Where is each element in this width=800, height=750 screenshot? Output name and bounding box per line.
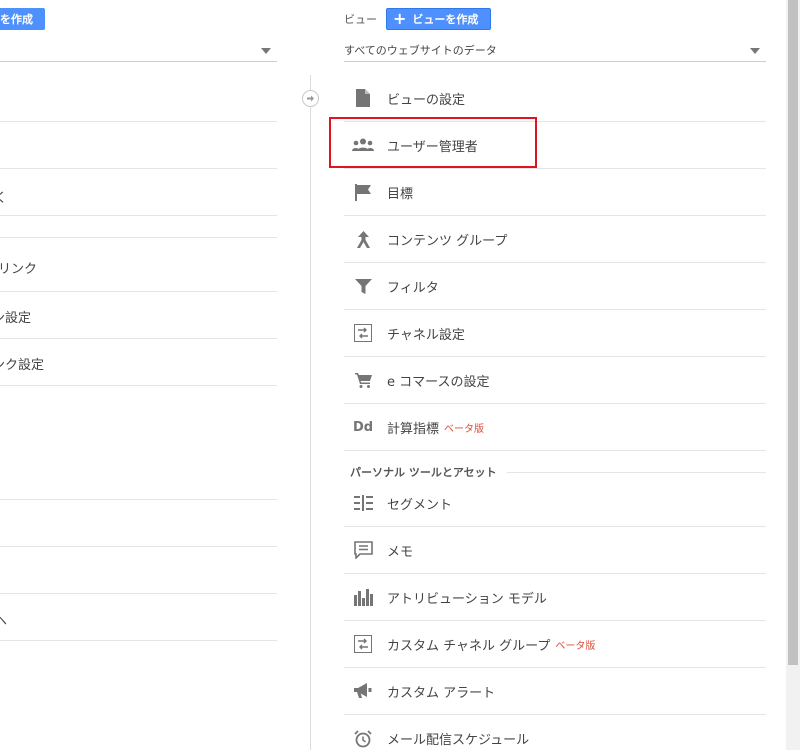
segments-icon: [352, 492, 374, 514]
view-select[interactable]: すべてのウェブサイトのデータ: [344, 40, 766, 62]
left-row-7[interactable]: [0, 547, 277, 594]
menu-item-segments[interactable]: セグメント: [344, 480, 766, 527]
chevron-down-icon: [261, 48, 271, 54]
left-row-3[interactable]: く: [0, 169, 277, 216]
menu-item-content-grouping[interactable]: コンテンツ グループ: [344, 216, 766, 263]
property-column: を作成 く リンク ン設定 ンク設定 ヘ: [0, 0, 277, 750]
menu-item-custom-alerts[interactable]: カスタム アラート: [344, 668, 766, 715]
comment-icon: [352, 539, 374, 561]
column-divider: [310, 75, 311, 750]
left-row-2[interactable]: [0, 122, 277, 169]
property-select[interactable]: [0, 40, 277, 62]
beta-badge: ベータ版: [444, 423, 485, 435]
filter-icon: [352, 275, 374, 297]
menu-item-custom-channel[interactable]: カスタム チャネル グループ ベータ版: [344, 621, 766, 668]
left-row-5[interactable]: [0, 386, 277, 500]
users-icon: [352, 134, 374, 156]
menu-item-attribution[interactable]: アトリビューション モデル: [344, 574, 766, 621]
flag-icon: [352, 181, 374, 203]
menu-item-goals[interactable]: 目標: [344, 169, 766, 216]
menu-item-channel-settings[interactable]: チャネル設定: [344, 310, 766, 357]
menu-item-calculated-metrics[interactable]: Dd 計算指標 ベータ版: [344, 404, 766, 451]
plus-icon: +: [393, 9, 407, 28]
menu-item-filters[interactable]: フィルタ: [344, 263, 766, 310]
scrollbar-thumb[interactable]: [788, 0, 798, 665]
left-row-link-settings[interactable]: ンク設定: [0, 339, 277, 386]
create-view-button[interactable]: + ビューを作成: [386, 8, 491, 30]
menu-item-scheduled-emails[interactable]: メール配信スケジュール: [344, 715, 766, 750]
document-icon: [352, 87, 374, 109]
menu-item-user-management[interactable]: ユーザー管理者: [344, 122, 766, 169]
alarm-clock-icon: [352, 728, 374, 750]
megaphone-icon: [352, 680, 374, 702]
arrow-right-icon: [302, 90, 319, 107]
merge-icon: [352, 228, 374, 250]
left-row-8[interactable]: ヘ: [0, 594, 277, 641]
left-row-4[interactable]: [0, 216, 277, 238]
bar-chart-icon: [352, 586, 374, 608]
menu-item-notes[interactable]: メモ: [344, 527, 766, 574]
menu-item-ecommerce[interactable]: e コマースの設定: [344, 357, 766, 404]
section-personal-tools: パーソナル ツールとアセット: [350, 464, 766, 480]
left-row-1[interactable]: [0, 75, 277, 122]
left-row-6[interactable]: [0, 500, 277, 547]
menu-item-view-settings[interactable]: ビューの設定: [344, 75, 766, 122]
create-property-button[interactable]: を作成: [0, 8, 45, 30]
view-label: ビュー: [344, 13, 377, 26]
left-row-linking[interactable]: リンク: [0, 238, 277, 292]
channel-icon: [352, 322, 374, 344]
channel-icon: [352, 633, 374, 655]
cart-icon: [352, 369, 374, 391]
left-row-settings[interactable]: ン設定: [0, 292, 277, 339]
beta-badge: ベータ版: [555, 640, 596, 652]
dd-icon: Dd: [352, 419, 374, 435]
chevron-down-icon: [750, 48, 760, 54]
